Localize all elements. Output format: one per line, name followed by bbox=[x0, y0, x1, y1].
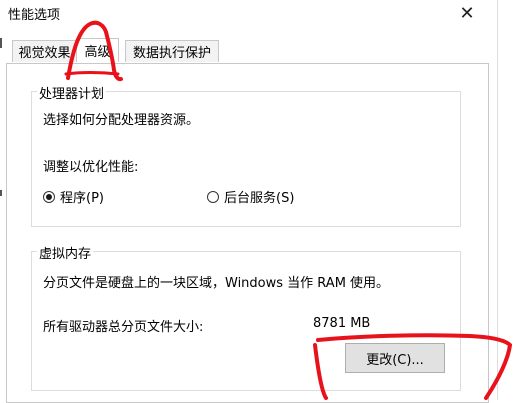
advanced-tab-panel: 处理器计划 选择如何分配处理器资源。 调整以优化性能: 程序(P) 后台服务(S… bbox=[6, 63, 489, 403]
tab-data-execution-prevention[interactable]: 数据执行保护 bbox=[125, 40, 219, 62]
button-label: 更改(C)... bbox=[366, 352, 424, 368]
virtual-memory-description: 分页文件是硬盘上的一块区域，Windows 当作 RAM 使用。 bbox=[43, 276, 390, 291]
tab-label: 视觉效果 bbox=[18, 46, 71, 61]
performance-options-dialog: 性能选项 ✕ 视觉效果 高级 数据执行保护 处理器计划 选择如何分配处理器资源。… bbox=[0, 0, 516, 403]
window-title: 性能选项 bbox=[8, 8, 61, 23]
adjust-label: 调整以优化性能: bbox=[43, 160, 139, 175]
group-title: 虚拟内存 bbox=[37, 243, 94, 262]
tab-visual-effects[interactable]: 视觉效果 bbox=[12, 40, 77, 62]
radio-label: 后台服务(S) bbox=[224, 191, 295, 206]
processor-description: 选择如何分配处理器资源。 bbox=[43, 113, 200, 128]
edge-artifact bbox=[0, 190, 2, 196]
close-icon: ✕ bbox=[459, 2, 475, 24]
radio-programs[interactable]: 程序(P) bbox=[43, 187, 104, 206]
radio-background-services[interactable]: 后台服务(S) bbox=[207, 187, 294, 206]
paging-file-size-value: 8781 MB bbox=[313, 316, 371, 331]
tab-strip: 视觉效果 高级 数据执行保护 bbox=[0, 38, 497, 64]
radio-unselected-icon bbox=[207, 190, 219, 203]
tab-label: 数据执行保护 bbox=[132, 46, 211, 61]
tab-label: 高级 bbox=[84, 45, 111, 60]
edge-artifact bbox=[0, 38, 2, 48]
radio-selected-icon bbox=[43, 190, 55, 203]
group-title: 处理器计划 bbox=[37, 83, 107, 102]
paging-file-size-label: 所有驱动器总分页文件大小: bbox=[43, 320, 204, 335]
close-button[interactable]: ✕ bbox=[450, 0, 484, 26]
change-button[interactable]: 更改(C)... bbox=[345, 343, 445, 373]
radio-label: 程序(P) bbox=[60, 191, 104, 206]
tab-advanced[interactable]: 高级 bbox=[76, 38, 119, 62]
window-border bbox=[497, 0, 498, 400]
